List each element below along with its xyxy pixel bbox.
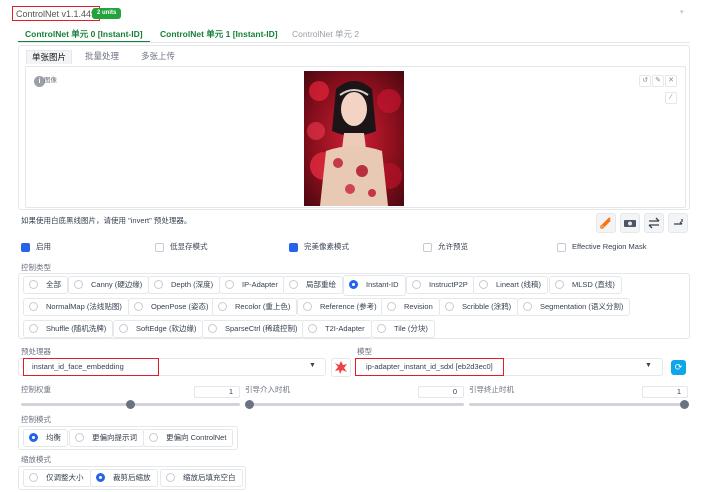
pixel-perfect-checkbox[interactable]: 完美像素模式: [289, 242, 349, 252]
control-type-option[interactable]: InstructP2P: [406, 276, 475, 294]
end-value[interactable]: 1: [642, 386, 688, 398]
model-value: ip-adapter_instant_id_sdxl [eb2d3ec0]: [366, 362, 493, 371]
resize-mode-option[interactable]: 仅调整大小: [23, 469, 91, 487]
tab-unit-2[interactable]: ControlNet 单元 2: [292, 28, 359, 40]
control-mode-option[interactable]: 更偏向提示词: [69, 429, 144, 447]
resize-mode-option[interactable]: 缩放后填充空白: [160, 469, 243, 487]
control-type-option[interactable]: 局部重绘: [283, 276, 343, 294]
weight-value[interactable]: 1: [194, 386, 240, 398]
check-icon: [423, 242, 432, 252]
control-type-option[interactable]: Shuffle (随机洗牌): [23, 320, 114, 338]
tab-unit-1[interactable]: ControlNet 单元 1 [Instant-ID]: [160, 28, 278, 40]
tab-unit-0[interactable]: ControlNet 单元 0 [Instant-ID]: [25, 28, 143, 40]
preprocessor-value: instant_id_face_embedding: [32, 362, 124, 371]
enable-checkbox[interactable]: 启用: [21, 242, 51, 252]
edit-icon[interactable]: ✎: [652, 75, 664, 87]
control-type-option[interactable]: T2I-Adapter: [302, 320, 372, 338]
control-type-option[interactable]: Recolor (重上色): [212, 298, 298, 316]
control-mode-label: 控制模式: [21, 415, 51, 424]
control-type-option[interactable]: NormalMap (法线贴图): [23, 298, 129, 316]
close-icon[interactable]: ✕: [665, 75, 677, 87]
weight-slider-thumb[interactable]: [126, 400, 135, 409]
swap-icon[interactable]: [644, 213, 664, 233]
resize-mode-option-selected[interactable]: 裁剪后缩放: [90, 469, 158, 487]
control-type-option[interactable]: Revision: [381, 298, 440, 316]
control-mode-option[interactable]: 更偏向 ControlNet: [143, 429, 234, 447]
units-badge: 2 units: [92, 8, 122, 19]
uploaded-photo[interactable]: [304, 71, 404, 206]
subtab-multi-upload[interactable]: 多张上传: [136, 50, 180, 64]
chevron-down-icon: ▼: [309, 362, 316, 369]
control-type-option[interactable]: Scribble (涂鸦): [439, 298, 519, 316]
resize-mode-label: 缩放模式: [21, 455, 51, 464]
control-type-option[interactable]: IP-Adapter: [219, 276, 285, 294]
weight-label: 控制权重: [21, 385, 51, 394]
invert-hint: 如果使用白底黑线图片，请使用 "invert" 预处理器。: [21, 216, 192, 225]
control-type-option[interactable]: SparseCtrl (稀疏控制): [202, 320, 305, 338]
low-vram-label: 低显存模式: [170, 242, 208, 251]
control-type-option[interactable]: Canny (硬边缘): [68, 276, 150, 294]
image-label: 图像: [44, 77, 57, 84]
end-slider-thumb[interactable]: [680, 400, 689, 409]
chevron-down-icon: ▼: [645, 362, 652, 369]
send-size-icon[interactable]: [668, 213, 688, 233]
end-label: 引导终止时机: [469, 385, 514, 394]
check-icon: [21, 242, 30, 252]
control-type-option[interactable]: 全部: [23, 276, 68, 294]
preprocessor-label: 预处理器: [21, 347, 51, 356]
low-vram-checkbox[interactable]: 低显存模式: [155, 242, 208, 252]
check-icon: [289, 242, 298, 252]
control-type-option[interactable]: MLSD (直线): [549, 276, 622, 294]
control-type-option[interactable]: Reference (参考): [297, 298, 384, 316]
check-icon: [155, 242, 164, 252]
subtab-single-image[interactable]: 单张图片: [26, 50, 73, 64]
start-value[interactable]: 0: [418, 386, 464, 398]
effective-region-mask-label: Effective Region Mask: [572, 242, 647, 251]
collapse-icon[interactable]: ▾: [680, 8, 688, 16]
model-label: 模型: [357, 347, 372, 356]
start-label: 引导介入时机: [245, 385, 290, 394]
enable-label: 启用: [36, 242, 51, 251]
explosion-icon[interactable]: [331, 358, 351, 377]
start-slider[interactable]: [245, 403, 464, 406]
control-type-option[interactable]: Lineart (线稿): [473, 276, 549, 294]
tab-divider: [18, 42, 690, 43]
control-type-option[interactable]: Tile (分块): [371, 320, 435, 338]
end-slider[interactable]: [469, 403, 688, 406]
control-type-option[interactable]: Depth (深度): [148, 276, 221, 294]
undo-icon[interactable]: ↺: [639, 75, 651, 87]
preprocessor-run-icon[interactable]: [596, 213, 616, 233]
start-slider-thumb[interactable]: [245, 400, 254, 409]
controlnet-title[interactable]: ControlNet v1.1.449: [12, 6, 101, 21]
effective-region-mask-checkbox[interactable]: Effective Region Mask: [557, 242, 646, 252]
control-type-option-selected[interactable]: Instant-ID: [343, 275, 406, 296]
brush-icon[interactable]: ⁄: [665, 92, 677, 104]
check-icon: [557, 242, 566, 252]
control-type-label: 控制类型: [21, 263, 51, 272]
allow-preview-label: 允许预览: [438, 242, 468, 251]
control-mode-option-selected[interactable]: 均衡: [23, 429, 68, 447]
control-type-option[interactable]: SoftEdge (软边缘): [113, 320, 204, 338]
allow-preview-checkbox[interactable]: 允许预览: [423, 242, 468, 252]
subtab-batch[interactable]: 批量处理: [80, 50, 124, 64]
control-type-option[interactable]: OpenPose (姿态): [128, 298, 216, 316]
pixel-perfect-label: 完美像素模式: [304, 242, 349, 251]
camera-icon[interactable]: [620, 213, 640, 233]
refresh-icon[interactable]: ⟳: [671, 360, 686, 375]
control-type-option[interactable]: Segmentation (语义分割): [517, 298, 631, 316]
